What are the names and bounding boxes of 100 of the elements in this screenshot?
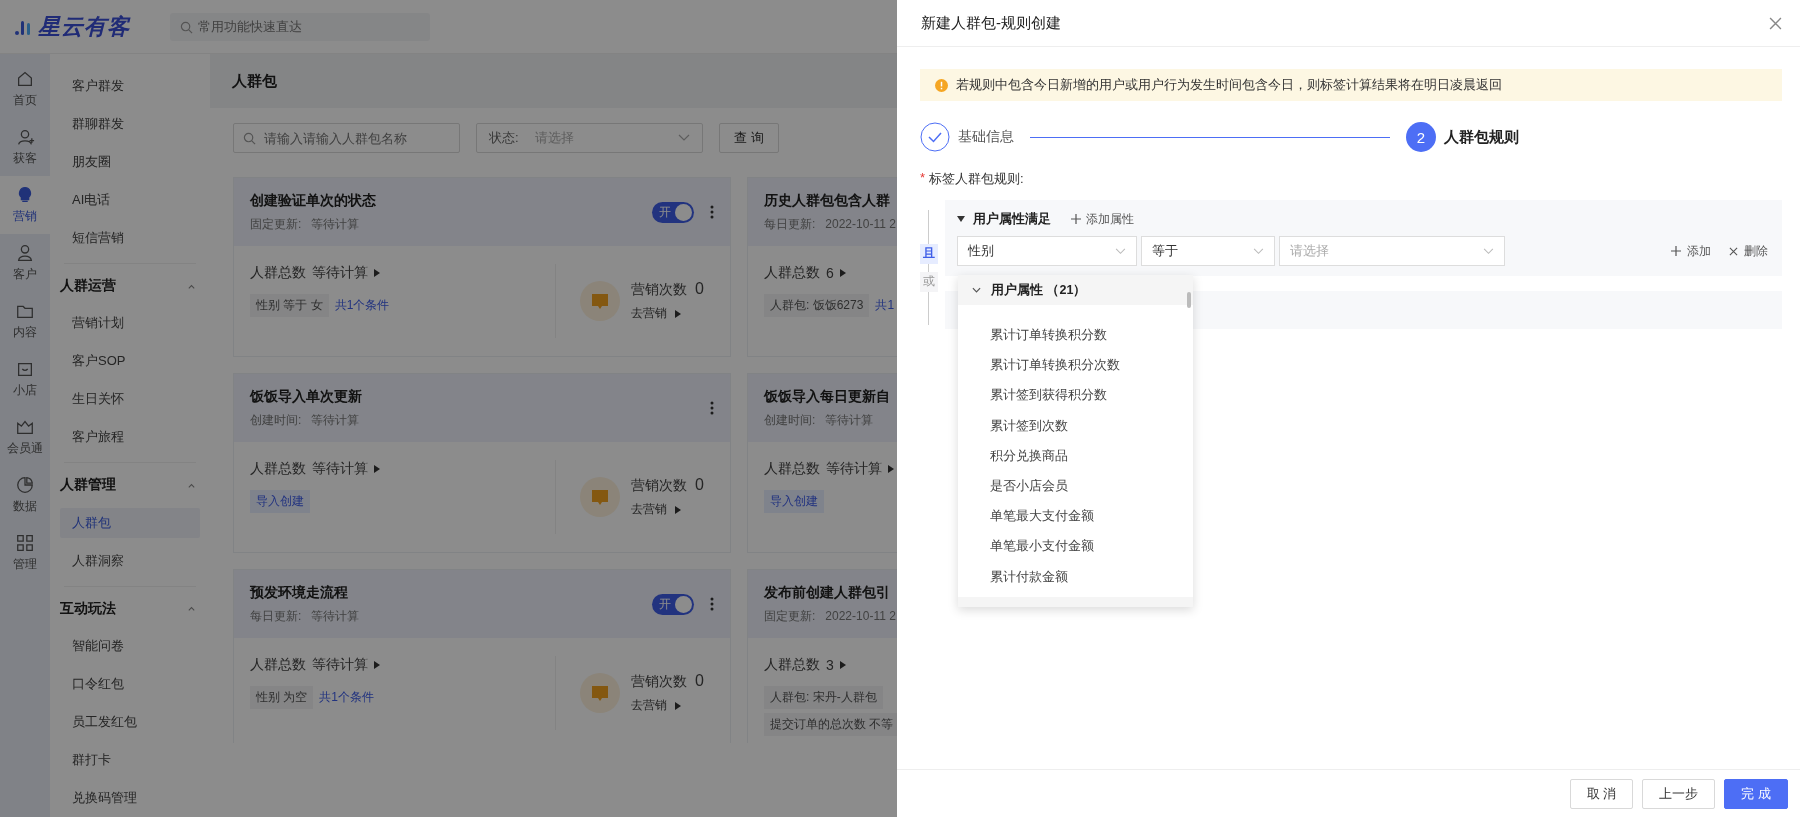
drawer-title: 新建人群包-规则创建 (921, 13, 1061, 33)
condition-tag: 性别 等于 女 (250, 294, 329, 317)
add-attribute-button[interactable]: 添加属性 (1086, 210, 1134, 228)
menu-item[interactable]: AI电话 (60, 185, 200, 215)
field-select[interactable]: 性别 (957, 236, 1137, 266)
option-group-header[interactable]: 用户属性 （21） (958, 275, 1193, 305)
meta-label: 创建时间: (250, 412, 302, 427)
nav-item[interactable]: 获客 (0, 118, 50, 176)
more-icon[interactable] (710, 597, 714, 611)
menu-item[interactable]: 生日关怀 (60, 384, 200, 415)
search-field[interactable]: 请输入请输入人群包名称 (233, 123, 460, 153)
menu-item[interactable]: 营销计划 (60, 308, 200, 339)
quick-search-field[interactable]: 常用功能快速直达 (170, 12, 430, 41)
nav-item[interactable]: 小店 (0, 350, 50, 408)
menu-group-header[interactable]: 人群管理 (60, 471, 200, 500)
user-plus-icon (15, 127, 35, 147)
meta-value: 等待计算 (311, 216, 360, 231)
caret-right-icon[interactable] (675, 701, 681, 710)
secondary-button[interactable]: 上一步 (1642, 778, 1716, 809)
menu-item[interactable]: 群打卡 (60, 745, 200, 776)
value-select[interactable]: 请选择 (1279, 236, 1505, 266)
dropdown-option[interactable]: 积分兑换商品 (958, 440, 1193, 471)
toggle-switch[interactable]: 开 (652, 593, 694, 615)
marketing-link[interactable]: 去营销 (631, 501, 667, 518)
total-label: 人群总数 (764, 460, 820, 478)
menu-item[interactable]: 兑换码管理 (60, 783, 200, 814)
dropdown-option[interactable]: 单笔最大支付金额 (958, 501, 1193, 532)
total-label: 人群总数 (250, 460, 306, 478)
more-icon[interactable] (710, 205, 714, 219)
meta-label: 固定更新: (764, 608, 816, 623)
alert-text: 若规则中包含今日新增的用户或用户行为发生时间包含今日，则标签计算结果将在明日凌晨返回 (956, 76, 1502, 94)
dropdown-option[interactable]: 是否小店会员 (958, 470, 1193, 502)
marketing-link[interactable]: 去营销 (631, 305, 667, 322)
required-mark: * (920, 170, 926, 187)
dropdown-option[interactable]: 单笔最小支付金额 (958, 531, 1193, 562)
add-button[interactable]: 添加 (1687, 242, 1711, 260)
dropdown-option[interactable]: 累计付款金额 (958, 561, 1193, 592)
nav-item[interactable]: 营销 (0, 176, 50, 234)
menu-item[interactable]: 客户群发 (60, 71, 200, 101)
menu-item[interactable]: 人群包 (60, 507, 200, 538)
conditions-link[interactable]: 共1 (875, 297, 895, 314)
condition-tag: 人群包: 饭饭6273 (764, 294, 870, 317)
primary-button[interactable]: 完 成 (1724, 778, 1788, 809)
menu-item[interactable]: 客户SOP (60, 346, 200, 377)
marketing-link[interactable]: 去营销 (631, 697, 667, 714)
search-icon (243, 132, 256, 145)
query-button[interactable]: 查 询 (719, 123, 779, 153)
menu-item[interactable]: 短信营销 (60, 223, 200, 253)
delete-button[interactable]: 删除 (1744, 242, 1768, 260)
close-icon[interactable] (1729, 246, 1738, 256)
close-icon[interactable] (1769, 16, 1782, 30)
nav-item[interactable]: 会员通 (0, 408, 50, 466)
menu-group-header[interactable]: 人群运营 (60, 271, 200, 301)
total-value: 6 (826, 265, 834, 281)
nav-item[interactable]: 客户 (0, 234, 50, 292)
caret-right-icon[interactable] (675, 505, 681, 514)
menu-item[interactable]: 智能问卷 (60, 631, 200, 662)
nav-item[interactable]: 首页 (0, 60, 50, 118)
menu-item[interactable]: 客户旅程 (60, 422, 200, 453)
caret-right-icon[interactable] (374, 465, 380, 473)
plus-icon[interactable] (1071, 214, 1081, 224)
meta-value: 等待计算 (311, 412, 360, 427)
secondary-button[interactable]: 取 消 (1569, 778, 1634, 809)
total-value: 等待计算 (826, 460, 882, 478)
chevron-down-icon (1253, 247, 1264, 255)
menu-item[interactable]: 群聊群发 (60, 109, 200, 139)
dropdown-option[interactable]: 累计订单转换积分数 (958, 320, 1193, 351)
menu-item[interactable]: 人群洞察 (60, 545, 200, 576)
dropdown-option[interactable]: 累计签到获得积分数 (958, 380, 1193, 411)
menu-group-header[interactable]: 互动玩法 (60, 594, 200, 624)
caret-down-icon[interactable] (957, 216, 965, 222)
condition-tag: 提交订单的总次数 不等 (764, 713, 900, 736)
caret-right-icon[interactable] (374, 269, 380, 277)
nav-item[interactable]: 数据 (0, 466, 50, 524)
menu-item[interactable]: 朋友圈 (60, 147, 200, 177)
plus-icon[interactable] (1671, 246, 1681, 256)
card-title: 历史人群包包含人群 (764, 191, 890, 210)
dropdown-option[interactable]: 累计订单转换积分次数 (958, 350, 1193, 381)
conditions-link[interactable]: 共1个条件 (319, 689, 375, 706)
warning-icon (935, 78, 948, 92)
more-icon[interactable] (710, 401, 714, 415)
nav-item[interactable]: 内容 (0, 292, 50, 350)
menu-item[interactable]: 口令红包 (60, 669, 200, 700)
chevron-down-icon (1115, 247, 1126, 255)
caret-right-icon[interactable] (839, 661, 846, 669)
caret-right-icon[interactable] (374, 661, 380, 669)
caret-right-icon[interactable] (675, 309, 681, 318)
total-value: 3 (826, 657, 834, 673)
scrollbar-thumb[interactable] (1187, 292, 1191, 308)
conditions-link[interactable]: 共1个条件 (334, 297, 390, 314)
nav-item[interactable]: 管理 (0, 524, 50, 582)
operator-select[interactable]: 等于 (1141, 236, 1275, 266)
logic-option[interactable]: 且 (920, 243, 938, 264)
dropdown-option[interactable]: 累计签到次数 (958, 410, 1193, 441)
toggle-switch[interactable]: 开 (652, 201, 694, 223)
menu-item[interactable]: 员工发红包 (60, 707, 200, 738)
caret-right-icon[interactable] (839, 269, 846, 277)
logic-option[interactable]: 或 (920, 271, 938, 292)
card-title: 饭饭导入单次更新 (250, 387, 362, 406)
caret-right-icon[interactable] (888, 465, 894, 473)
